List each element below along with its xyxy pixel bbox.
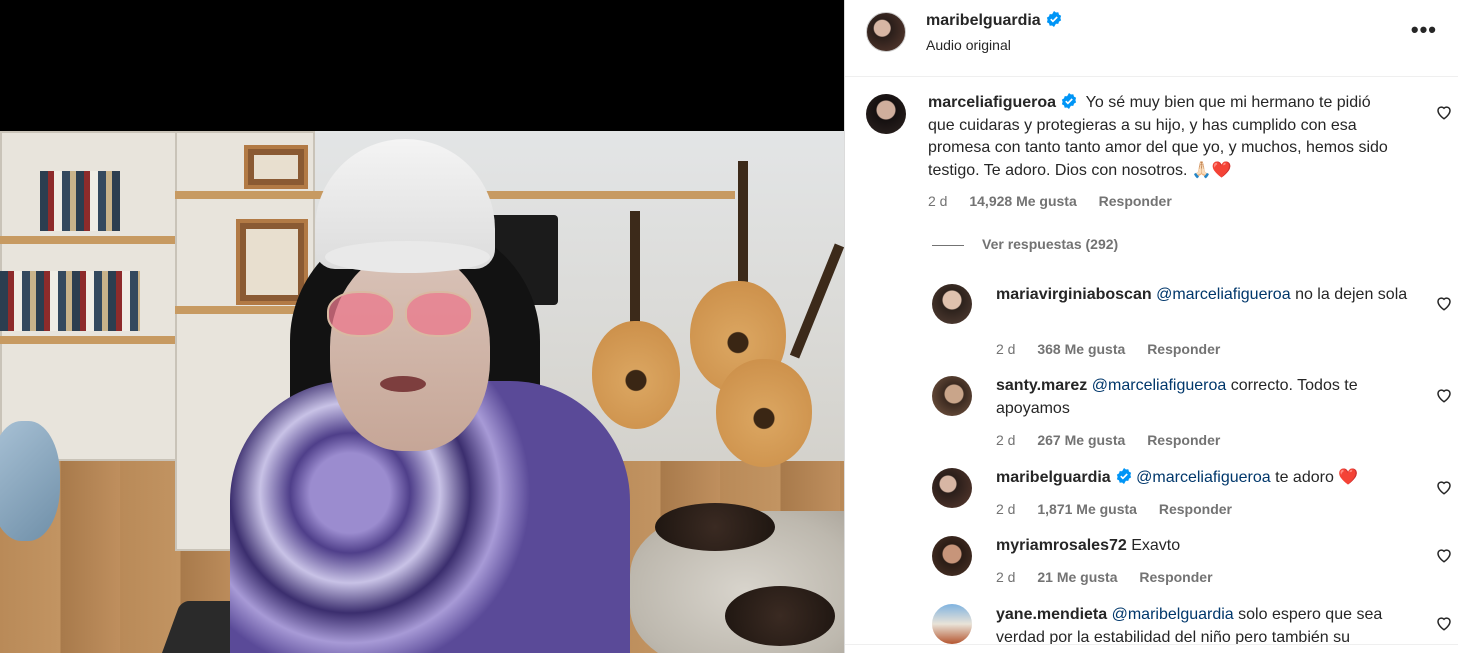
- audio-link[interactable]: Audio original: [926, 37, 1011, 53]
- comment-username[interactable]: santy.marez: [996, 377, 1087, 394]
- reply-comment: yane.mendieta @maribelguardia solo esper…: [996, 604, 1416, 644]
- comment-time[interactable]: 2 d: [928, 193, 947, 209]
- comment-meta: 2 d 368 Me gusta Responder: [996, 341, 1238, 357]
- reply-comment: maribelguardia @marceliafigueroa te ador…: [996, 467, 1416, 490]
- comment-time[interactable]: 2 d: [996, 432, 1015, 448]
- like-heart-icon[interactable]: [1435, 386, 1453, 404]
- reply-comment: santy.marez @marceliafigueroa correcto. …: [996, 375, 1416, 420]
- mention-link[interactable]: @marceliafigueroa: [1136, 469, 1271, 486]
- media-viewer[interactable]: [0, 0, 844, 653]
- comment-time[interactable]: 2 d: [996, 569, 1015, 585]
- reply-comment: mariavirginiaboscan @marceliafigueroa no…: [996, 284, 1416, 307]
- avatar[interactable]: [932, 536, 972, 576]
- mention-link[interactable]: @marceliafigueroa: [1156, 286, 1291, 303]
- avatar[interactable]: [932, 468, 972, 508]
- video-dog: [655, 503, 775, 551]
- like-heart-icon[interactable]: [1435, 294, 1453, 312]
- comment-username[interactable]: marceliafigueroa: [928, 94, 1056, 111]
- avatar[interactable]: [932, 604, 972, 644]
- like-heart-icon[interactable]: [1435, 478, 1453, 496]
- video-guitar: [716, 359, 812, 467]
- video-picture-frame: [236, 219, 308, 305]
- video-dog: [725, 586, 835, 646]
- comment-text: Exavto: [1131, 537, 1181, 554]
- reply-button[interactable]: Responder: [1147, 341, 1220, 357]
- mention-link[interactable]: @marceliafigueroa: [1092, 377, 1227, 394]
- like-heart-icon[interactable]: [1435, 546, 1453, 564]
- video-blue-guitar: [0, 421, 60, 541]
- video-person-face: [330, 251, 490, 451]
- avatar[interactable]: [866, 94, 906, 134]
- video-person-mouth: [380, 376, 426, 392]
- avatar[interactable]: [932, 284, 972, 324]
- video-person-cap-brim: [325, 241, 490, 273]
- more-options-icon[interactable]: •••: [1411, 19, 1437, 41]
- comment-likes[interactable]: 14,928 Me gusta: [969, 193, 1076, 209]
- post-header: maribelguardia Audio original •••: [845, 0, 1458, 77]
- verified-badge-icon: [1046, 11, 1061, 27]
- video-guitar: [592, 321, 680, 429]
- like-heart-icon[interactable]: [1435, 103, 1453, 121]
- verified-badge-icon: [1061, 93, 1077, 109]
- avatar[interactable]: [866, 12, 906, 52]
- header-username-row: maribelguardia: [926, 11, 1062, 30]
- video-shelf-board: [0, 336, 180, 344]
- reply-button[interactable]: Responder: [1099, 193, 1172, 209]
- view-replies-label[interactable]: Ver respuestas (292): [982, 236, 1118, 252]
- comment-username[interactable]: maribelguardia: [996, 469, 1111, 486]
- comment-username[interactable]: yane.mendieta: [996, 606, 1107, 623]
- header-username[interactable]: maribelguardia: [926, 12, 1041, 29]
- comment-time[interactable]: 2 d: [996, 341, 1015, 357]
- panel-divider: [845, 644, 1458, 645]
- comment-username[interactable]: myriamrosales72: [996, 537, 1127, 554]
- view-replies-button[interactable]: Ver respuestas (292): [932, 236, 1118, 252]
- like-heart-icon[interactable]: [1435, 614, 1453, 632]
- comment-likes[interactable]: 368 Me gusta: [1037, 341, 1125, 357]
- video-books: [40, 171, 120, 231]
- comment-likes[interactable]: 21 Me gusta: [1037, 569, 1117, 585]
- divider-line: [932, 244, 964, 246]
- comment-meta: 2 d 21 Me gusta Responder: [996, 569, 1231, 585]
- avatar[interactable]: [932, 376, 972, 416]
- mention-link[interactable]: @maribelguardia: [1112, 606, 1234, 623]
- video-shelf-board: [0, 236, 180, 244]
- comment-text: te adoro ❤️: [1275, 469, 1359, 486]
- comment-meta: 2 d 267 Me gusta Responder: [996, 432, 1238, 448]
- comment-meta: 2 d 1,871 Me gusta Responder: [996, 501, 1250, 517]
- comment-meta: 2 d 14,928 Me gusta Responder: [928, 193, 1190, 209]
- video-books: [0, 271, 140, 331]
- comment-time[interactable]: 2 d: [996, 501, 1015, 517]
- comments-panel: maribelguardia Audio original ••• marcel…: [844, 0, 1458, 653]
- video-person-glasses: [325, 291, 475, 341]
- comment-text: no la dejen sola: [1295, 286, 1408, 303]
- video-frame[interactable]: [0, 131, 844, 653]
- verified-badge-icon: [1116, 468, 1131, 484]
- reply-button[interactable]: Responder: [1159, 501, 1232, 517]
- comment-likes[interactable]: 1,871 Me gusta: [1037, 501, 1137, 517]
- reply-button[interactable]: Responder: [1147, 432, 1220, 448]
- reply-comment: myriamrosales72 Exavto: [996, 535, 1416, 558]
- video-picture-frame: [244, 145, 308, 189]
- comment-main: marceliafigueroa Yo sé muy bien que mi h…: [928, 92, 1398, 182]
- comment-username[interactable]: mariavirginiaboscan: [996, 286, 1152, 303]
- comment-likes[interactable]: 267 Me gusta: [1037, 432, 1125, 448]
- reply-button[interactable]: Responder: [1139, 569, 1212, 585]
